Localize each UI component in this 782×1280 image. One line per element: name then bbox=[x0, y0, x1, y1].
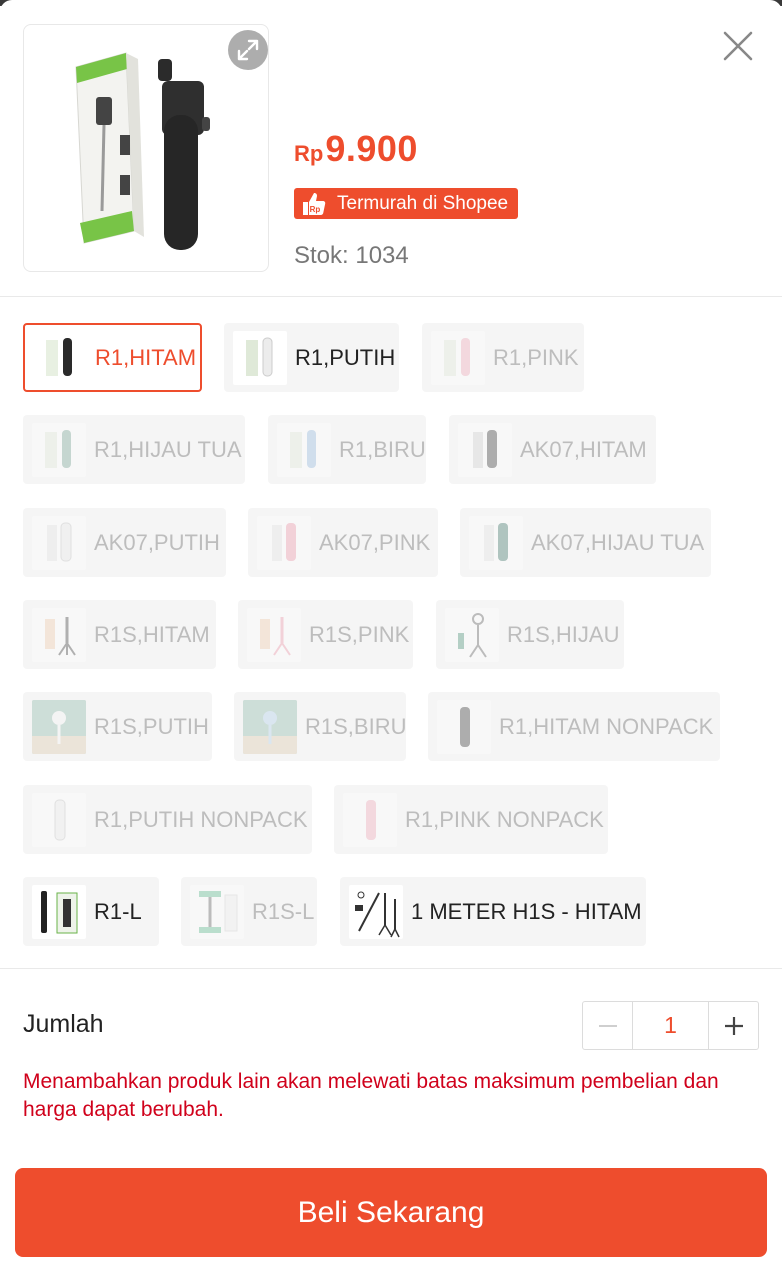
variation-label: R1,PUTIH NONPACK bbox=[94, 806, 308, 832]
variation-label: R1,PUTIH bbox=[295, 344, 396, 370]
price-value: 9.900 bbox=[325, 128, 418, 169]
variation-label: R1S,PUTIH bbox=[94, 713, 209, 739]
variation-label: R1,HITAM NONPACK bbox=[499, 713, 714, 739]
variation-thumbnail bbox=[32, 515, 86, 570]
badge-label: Termurah di Shopee bbox=[337, 192, 509, 214]
variation-chip[interactable]: R1,PINK NONPACK bbox=[334, 785, 608, 854]
variation-chip[interactable]: R1S,HIJAU bbox=[436, 600, 624, 669]
variation-label: R1,BIRU bbox=[339, 436, 426, 462]
plus-icon bbox=[724, 1016, 743, 1035]
variation-label: R1S,HIJAU bbox=[507, 621, 620, 647]
variation-label: R1,HITAM bbox=[95, 344, 197, 370]
increase-quantity-button[interactable] bbox=[709, 1002, 758, 1049]
variation-label: R1,HIJAU TUA bbox=[94, 436, 242, 462]
variation-thumbnail bbox=[32, 607, 86, 662]
product-price: Rp 9.900 bbox=[294, 128, 418, 170]
variation-thumbnail bbox=[190, 884, 244, 939]
variation-label: R1,PINK NONPACK bbox=[405, 806, 604, 832]
variation-chip[interactable]: R1,HITAM bbox=[23, 323, 202, 392]
svg-text:Rp: Rp bbox=[310, 205, 321, 214]
variation-thumbnail bbox=[33, 330, 87, 385]
variation-thumbnail bbox=[437, 699, 491, 754]
close-button[interactable] bbox=[716, 24, 760, 68]
variation-thumbnail bbox=[32, 422, 86, 477]
variation-label: R1S,PINK bbox=[309, 621, 410, 647]
variation-thumbnail bbox=[32, 884, 86, 939]
variation-thumbnail bbox=[349, 884, 403, 939]
variation-chip[interactable]: R1S,PINK bbox=[238, 600, 413, 669]
variation-thumbnail bbox=[431, 330, 485, 385]
variation-label: 1 METER H1S - HITAM bbox=[411, 898, 642, 924]
variation-thumbnail bbox=[243, 699, 297, 754]
variation-chip[interactable]: 1 METER H1S - HITAM bbox=[340, 877, 646, 946]
variation-label: R1S,HITAM bbox=[94, 621, 210, 647]
variation-bottom-sheet: Rp 9.900 Rp Termurah di Shopee Stok: 103… bbox=[0, 0, 782, 1280]
variation-label: AK07,HIJAU TUA bbox=[531, 529, 705, 555]
thumbs-up-icon: Rp bbox=[300, 191, 326, 217]
price-currency: Rp bbox=[294, 141, 324, 166]
cheapest-badge: Rp Termurah di Shopee bbox=[294, 188, 518, 219]
close-icon bbox=[723, 31, 753, 61]
variation-chip[interactable]: R1,HITAM NONPACK bbox=[428, 692, 720, 761]
variation-chip[interactable]: R1S,BIRU bbox=[234, 692, 406, 761]
variation-thumbnail bbox=[469, 515, 523, 570]
variation-label: R1,PINK bbox=[493, 344, 579, 370]
variation-thumbnail bbox=[458, 422, 512, 477]
variation-label: AK07,PUTIH bbox=[94, 529, 220, 555]
variation-chip[interactable]: R1-L bbox=[23, 877, 159, 946]
header-divider bbox=[0, 296, 782, 297]
buy-now-button[interactable]: Beli Sekarang bbox=[15, 1168, 767, 1257]
quantity-input[interactable]: 1 bbox=[632, 1002, 709, 1049]
variation-thumbnail bbox=[445, 607, 499, 662]
variation-chip[interactable]: R1,HIJAU TUA bbox=[23, 415, 245, 484]
variation-chip[interactable]: R1S-L bbox=[181, 877, 317, 946]
expand-image-button[interactable] bbox=[228, 30, 268, 70]
variation-label: AK07,PINK bbox=[319, 529, 431, 555]
variation-label: AK07,HITAM bbox=[520, 436, 647, 462]
variation-thumbnail bbox=[277, 422, 331, 477]
variation-thumbnail bbox=[247, 607, 301, 662]
variation-chip[interactable]: R1,BIRU bbox=[268, 415, 426, 484]
stock-text: Stok: 1034 bbox=[294, 242, 409, 269]
variation-list: R1,HITAM R1,PUTIH R1,PINK R1,HIJAU TUA R… bbox=[0, 298, 782, 968]
variation-thumbnail bbox=[233, 330, 287, 385]
variation-thumbnail bbox=[32, 699, 86, 754]
variation-chip[interactable]: R1,PUTIH NONPACK bbox=[23, 785, 312, 854]
variation-label: R1-L bbox=[94, 898, 142, 924]
expand-icon bbox=[237, 39, 259, 61]
variation-chip[interactable]: AK07,HIJAU TUA bbox=[460, 508, 711, 577]
variation-chip[interactable]: R1,PINK bbox=[422, 323, 584, 392]
variation-chip[interactable]: AK07,PINK bbox=[248, 508, 438, 577]
variation-thumbnail bbox=[257, 515, 311, 570]
buy-now-label: Beli Sekarang bbox=[297, 1195, 485, 1229]
decrease-quantity-button[interactable] bbox=[583, 1002, 632, 1049]
purchase-limit-warning: Menambahkan produk lain akan melewati ba… bbox=[23, 1070, 719, 1121]
variation-label: R1S,BIRU bbox=[305, 713, 407, 739]
variation-chip[interactable]: AK07,PUTIH bbox=[23, 508, 226, 577]
variation-label: R1S-L bbox=[252, 898, 315, 924]
variation-chip[interactable]: R1S,PUTIH bbox=[23, 692, 212, 761]
quantity-stepper: 1 bbox=[582, 1001, 759, 1050]
variation-chip[interactable]: AK07,HITAM bbox=[449, 415, 656, 484]
variation-chip[interactable]: R1,PUTIH bbox=[224, 323, 399, 392]
variation-thumbnail bbox=[343, 792, 397, 847]
variation-chip[interactable]: R1S,HITAM bbox=[23, 600, 216, 669]
variation-thumbnail bbox=[32, 792, 86, 847]
minus-icon bbox=[598, 1024, 617, 1027]
variation-divider bbox=[0, 968, 782, 969]
quantity-label: Jumlah bbox=[23, 1010, 104, 1038]
